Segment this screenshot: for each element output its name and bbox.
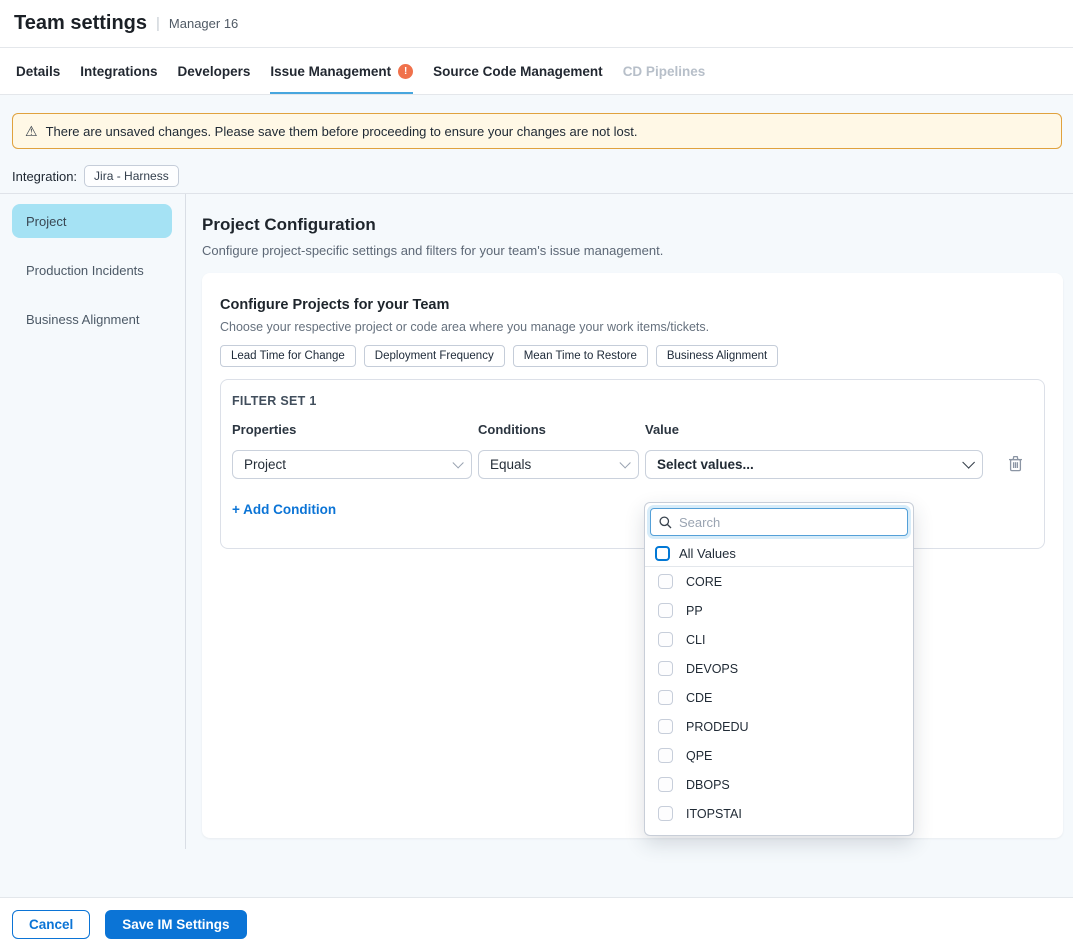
unsaved-changes-banner: ⚠ There are unsaved changes. Please save… (12, 113, 1062, 149)
page-subtitle: Manager 16 (169, 16, 238, 31)
search-input[interactable] (679, 515, 899, 530)
value-column-label: Value (645, 422, 983, 437)
card-title: Configure Projects for your Team (220, 297, 1045, 313)
option-checkbox[interactable] (658, 661, 673, 676)
search-box (650, 508, 908, 536)
page-header: Team settings | Manager 16 (0, 0, 1073, 48)
section-title: Project Configuration (202, 215, 1063, 235)
metric-tag: Deployment Frequency (364, 345, 505, 367)
chevron-down-icon (619, 457, 630, 468)
metric-tag: Mean Time to Restore (513, 345, 648, 367)
integration-label: Integration: (12, 169, 77, 184)
integration-row: Integration: Jira - Harness (12, 165, 1073, 187)
option-checkbox[interactable] (658, 632, 673, 647)
option-checkbox[interactable] (658, 835, 673, 836)
option-cli[interactable]: CLI (645, 625, 913, 654)
tab-integrations[interactable]: Integrations (80, 48, 157, 94)
chevron-down-icon (962, 456, 975, 469)
sidebar-item-project[interactable]: Project (12, 204, 172, 238)
warning-icon: ⚠ (25, 124, 38, 138)
save-im-settings-button[interactable]: Save IM Settings (105, 910, 246, 939)
filter-set-title: FILTER SET 1 (232, 394, 1028, 408)
conditions-select[interactable]: Equals (478, 450, 639, 479)
content-area: ⚠ There are unsaved changes. Please save… (0, 95, 1073, 897)
tab-source-code-management[interactable]: Source Code Management (433, 48, 603, 94)
card-subtitle: Choose your respective project or code a… (220, 320, 1045, 334)
option-checkbox[interactable] (658, 603, 673, 618)
banner-text: There are unsaved changes. Please save t… (46, 124, 638, 139)
filter-set-1: FILTER SET 1 Properties Project Conditio… (220, 379, 1045, 549)
all-values-checkbox[interactable] (655, 546, 670, 561)
cancel-button[interactable]: Cancel (12, 910, 90, 939)
configure-projects-card: Configure Projects for your Team Choose … (202, 273, 1063, 838)
page-title: Team settings (14, 12, 147, 35)
option-checkbox[interactable] (658, 574, 673, 589)
metric-tag: Business Alignment (656, 345, 778, 367)
select-all-option[interactable]: All Values (645, 540, 913, 567)
option-itopstai[interactable]: ITOPSTAI (645, 799, 913, 828)
option-qpe[interactable]: QPE (645, 741, 913, 770)
sidebar-item-production-incidents[interactable]: Production Incidents (12, 253, 172, 287)
metric-tag: Lead Time for Change (220, 345, 356, 367)
value-multiselect[interactable]: Select values... (645, 450, 983, 479)
properties-select[interactable]: Project (232, 450, 472, 479)
chevron-down-icon (452, 457, 463, 468)
tab-bar: Details Integrations Developers Issue Ma… (0, 48, 1073, 95)
search-wrap (645, 503, 913, 540)
option-checkbox[interactable] (658, 690, 673, 705)
tab-issue-management[interactable]: Issue Management ! (270, 48, 413, 94)
metric-tag-list: Lead Time for Change Deployment Frequenc… (220, 345, 1045, 367)
alert-badge-icon: ! (398, 64, 413, 79)
main-panel: Project Configuration Configure project-… (186, 194, 1073, 838)
option-checkbox[interactable] (658, 719, 673, 734)
option-checkbox[interactable] (658, 806, 673, 821)
footer-bar: Cancel Save IM Settings (0, 897, 1073, 951)
option-checkbox[interactable] (658, 748, 673, 763)
body-row: Project Production Incidents Business Al… (0, 194, 1073, 849)
value-dropdown: All Values CORE PP (644, 502, 914, 836)
option-core[interactable]: CORE (645, 567, 913, 596)
add-condition-button[interactable]: + Add Condition (232, 502, 336, 517)
sidebar-item-business-alignment[interactable]: Business Alignment (12, 302, 172, 336)
tab-details[interactable]: Details (16, 48, 60, 94)
conditions-column-label: Conditions (478, 422, 639, 437)
option-prodedu[interactable]: PRODEDU (645, 712, 913, 741)
option-cde[interactable]: CDE (645, 683, 913, 712)
properties-column-label: Properties (232, 422, 472, 437)
option-checkbox[interactable] (658, 777, 673, 792)
delete-condition-button[interactable] (1008, 455, 1023, 472)
filter-grid: Properties Project Conditions Equals (232, 422, 1028, 479)
section-subtitle: Configure project-specific settings and … (202, 243, 1063, 258)
settings-sidebar: Project Production Incidents Business Al… (0, 194, 186, 849)
option-pp[interactable]: PP (645, 596, 913, 625)
option-devops[interactable]: DEVOPS (645, 654, 913, 683)
option-dbops[interactable]: DBOPS (645, 770, 913, 799)
option-pipe[interactable]: PIPE (645, 828, 913, 836)
tab-developers[interactable]: Developers (178, 48, 251, 94)
option-list: CORE PP CLI (645, 567, 913, 836)
title-divider: | (156, 15, 160, 32)
tab-cd-pipelines: CD Pipelines (623, 48, 706, 94)
integration-chip[interactable]: Jira - Harness (84, 165, 179, 187)
search-icon (659, 516, 672, 529)
trash-icon (1008, 455, 1023, 472)
